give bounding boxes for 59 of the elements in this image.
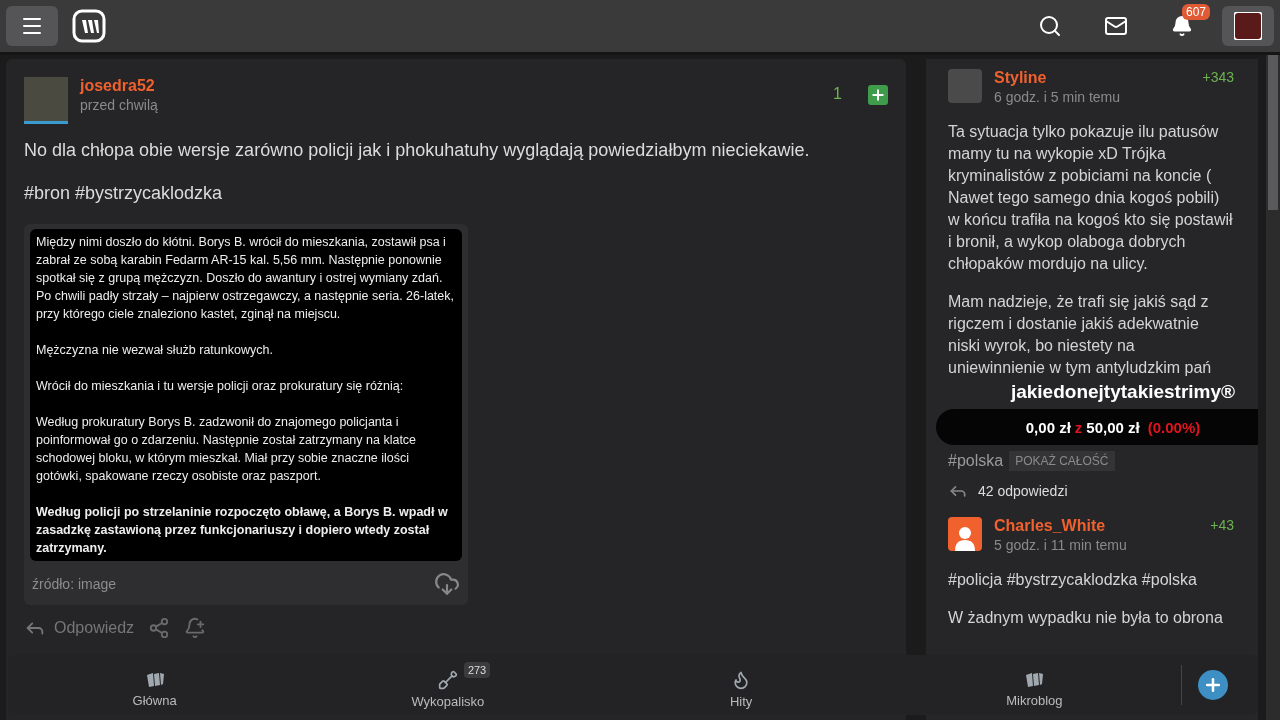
envelope-icon (1104, 14, 1128, 38)
entry-tag[interactable]: #polska (948, 452, 1004, 470)
screenshot-paragraph: Między nimi doszło do kłótni. Borys B. wrócił do mieszkania, zostawił psa i zabrał ze sobą karabin Fedarm AR-15 kal. 5,56 mm. Następnie ponownie spotkał się z grupą mężczyzn. Doszło do awantury i ostrej wymiany zdań. Po chwili padły strzały – najpierw ostrzegawczy, a następnie seria. 26-latek, przy którego ciele znaleziono kastet, zginął na miejscu. (36, 234, 456, 323)
scrollbar-thumb[interactable] (1268, 55, 1278, 210)
screenshot-paragraph: Wrócił do mieszkania i tu wersje policji oraz prokuratury się różnią: (36, 378, 405, 395)
separator-text: z (1074, 418, 1083, 436)
download-icon[interactable] (434, 571, 460, 597)
shovel-icon (437, 669, 458, 690)
nav-item[interactable]: Główna (8, 662, 302, 708)
vote-count: +43 (1210, 517, 1234, 533)
notification-badge: 607 (1182, 4, 1211, 20)
upvote-button[interactable] (868, 85, 888, 105)
avatar-photo-placeholder (948, 69, 982, 103)
post-text: No dla chłopa obie wersje zarówno policji jak i phokuhatuhy wyglądają powiedziałbym nieciekawie. (24, 140, 811, 161)
entry-time: 6 godz. i 5 min temu (994, 89, 1122, 105)
entry-text: Mam nadzieje, że trafi się jakiś sąd z rigczem i dostanie jakiś adekwatnie niski wyrok, bo niestety na uniewinnienie w tym antyludzkim pań (948, 292, 1213, 378)
screenshot-paragraph: Według prokuratury Borys B. zadzwonił do znajomego policjanta i poinformował go o zdarzeniu. Następnie został zatrzymany na klatce schodowej bloku, w którym mieszkał. Miał przy sobie znaczne ilości gotówki, spakowane rzeczy osobiste oraz paszport. (36, 414, 418, 485)
nav-item[interactable]: Mikroblog (887, 662, 1181, 708)
screenshot-paragraph: Mężczyzna nie wezwał służb ratunkowych. (36, 342, 274, 359)
notifications-button[interactable]: 607 (1156, 6, 1208, 46)
screenshot-paragraph: Według policji po strzelaninie rozpoczęto obławę, a Borys B. wpadł w zasadzkę zastawioną przez funkcjonariuszy i dopiero wtedy został zatrzymany. (36, 504, 449, 557)
author-name[interactable]: Styline (994, 69, 1191, 87)
bars-icon (144, 670, 165, 689)
reply-link[interactable]: Odpowiedz (24, 617, 135, 639)
bell-icon[interactable] (184, 617, 207, 639)
entry-text: #policja #bystrzycaklodzka #polska (948, 570, 1198, 590)
logo-icon[interactable] (72, 9, 106, 43)
author-name[interactable]: Charles_White (994, 517, 1199, 535)
show-more-button[interactable]: POKAŻ CAŁOŚĆ (1009, 451, 1115, 471)
menu-button[interactable] (6, 6, 58, 46)
nav-item[interactable]: Wykopalisko 273 (301, 661, 595, 709)
entry-time: 5 godz. i 11 min temu (994, 537, 1128, 553)
nav-item[interactable]: Hity (594, 661, 888, 709)
add-button[interactable] (1198, 670, 1228, 700)
scrollbar[interactable] (1266, 55, 1280, 720)
author-name[interactable]: josedra52 (80, 77, 822, 95)
default-avatar-icon (948, 517, 982, 551)
vote-count: +343 (1202, 69, 1234, 85)
avatar-photo-placeholder (24, 77, 68, 124)
vote-count: 1 (833, 85, 842, 103)
bars-icon (1024, 670, 1045, 689)
share-icon[interactable] (148, 617, 171, 639)
raised-amount: 0,00 zł (1025, 418, 1071, 436)
post-time: przed chwilą (80, 97, 159, 113)
goal-percent: (0.00%) (1147, 418, 1201, 436)
profile-avatar-button[interactable] (1222, 6, 1274, 46)
source-label: źródło: image (32, 576, 117, 592)
replies-link[interactable]: 42 odpowiedzi (948, 481, 1234, 501)
stream-overlay-title: jakiedonejtytakiestrimy® (1010, 381, 1236, 403)
entry-text: W żadnym wypadku nie była to obrona (948, 608, 1224, 628)
plus-icon (1203, 675, 1223, 695)
goal-amount: 50,00 zł (1086, 418, 1140, 436)
count-badge: 273 (463, 661, 491, 678)
avatar-image-placeholder (1234, 12, 1262, 40)
bell-icon (1171, 15, 1193, 37)
search-icon (1038, 14, 1062, 38)
plus-icon (870, 87, 886, 103)
post-tags: #bron #bystrzycaklodzka (24, 183, 888, 204)
entry-text: Ta sytuacja tylko pokazuje ilu patusów mamy tu na wykopie xD Trójka kryminalistów z pobiciami na koncie ( Nawet tego samego dnia kogoś pobili) w końcu trafiła na kogoś kto się postawił i bronił, a wykop olaboga dobrych chłopaków mordujo na ulicy. (948, 122, 1234, 274)
